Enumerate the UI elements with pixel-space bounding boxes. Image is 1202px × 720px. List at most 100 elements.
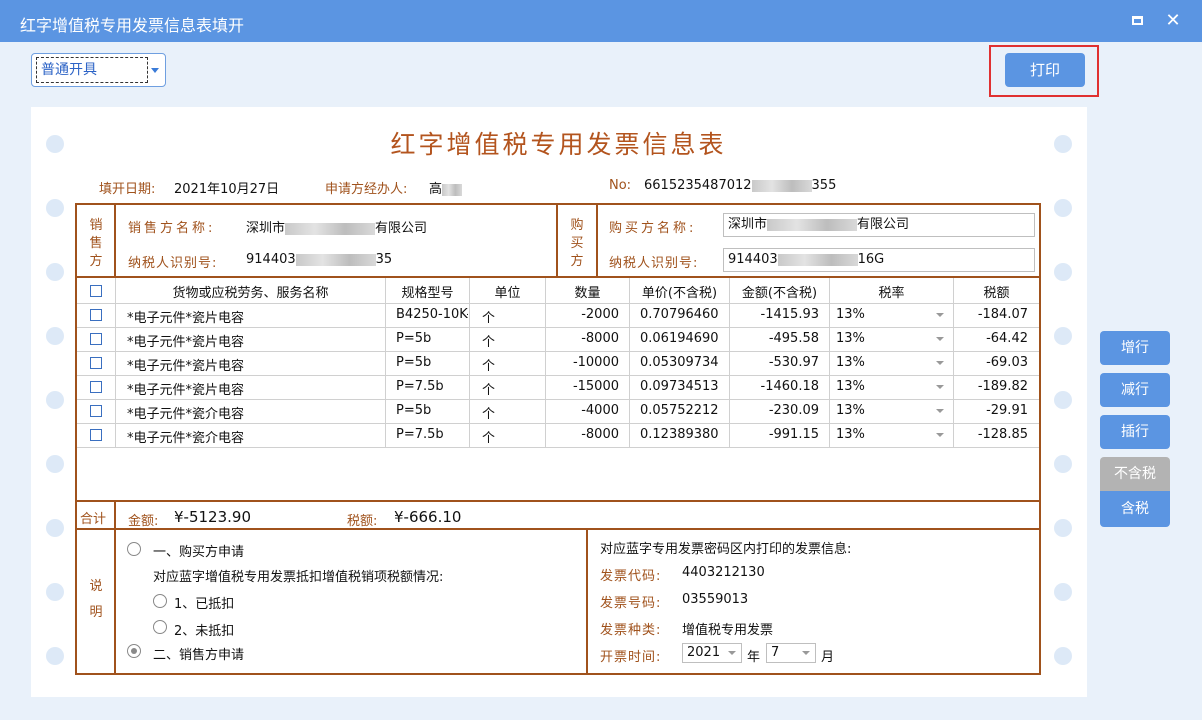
divider — [75, 528, 1041, 530]
col-header-tax: 税额 — [983, 286, 1010, 301]
cell-tax[interactable]: -64.42 — [956, 331, 1028, 346]
cell-price[interactable]: 0.05752212 — [640, 403, 728, 418]
chevron-down-icon[interactable] — [936, 433, 944, 437]
row-checkbox[interactable] — [90, 357, 102, 369]
cell-unit[interactable]: 个 — [482, 427, 542, 446]
chevron-down-icon[interactable] — [936, 313, 944, 317]
cell-unit[interactable]: 个 — [482, 307, 542, 326]
cell-qty[interactable]: -15000 — [548, 379, 619, 394]
cell-tax[interactable]: -128.85 — [956, 427, 1028, 442]
cell-tax[interactable]: -69.03 — [956, 355, 1028, 370]
row-checkbox[interactable] — [90, 381, 102, 393]
chevron-down-icon[interactable] — [936, 385, 944, 389]
cell-name[interactable]: *电子元件*瓷片电容 — [127, 307, 382, 326]
deducted-radio[interactable] — [153, 594, 167, 608]
cell-qty[interactable]: -2000 — [548, 307, 619, 322]
row-checkbox[interactable] — [90, 309, 102, 321]
row-line — [77, 423, 1039, 424]
print-button[interactable]: 打印 — [1005, 53, 1085, 87]
window-title: 红字增值税专用发票信息表填开 — [20, 16, 245, 35]
divider — [586, 528, 588, 675]
issue-mode-select[interactable]: 普通开具 — [31, 53, 166, 87]
cell-spec[interactable]: P=7.5b — [396, 379, 468, 394]
buyer-taxid-field[interactable]: 914403 16G — [723, 248, 1035, 272]
cell-name[interactable]: *电子元件*瓷介电容 — [127, 427, 382, 446]
cell-spec[interactable]: B4250-10K- — [396, 307, 468, 322]
cell-amount[interactable]: -1415.93 — [732, 307, 819, 322]
delete-row-button[interactable]: 减行 — [1100, 373, 1170, 407]
seller-apply-radio[interactable] — [127, 644, 141, 658]
cell-tax[interactable]: -184.07 — [956, 307, 1028, 322]
total-tax-label: 税额: — [347, 514, 378, 529]
cell-price[interactable]: 0.12389380 — [640, 427, 728, 442]
number-label: No: — [609, 178, 632, 193]
col-header-price: 单价(不含税) — [641, 286, 718, 301]
cell-amount[interactable]: -230.09 — [732, 403, 819, 418]
cell-rate[interactable]: 13% — [836, 307, 896, 322]
invoice-number-value[interactable]: 03559013 — [682, 592, 748, 607]
insert-row-button[interactable]: 插行 — [1100, 415, 1170, 449]
cell-name[interactable]: *电子元件*瓷片电容 — [127, 379, 382, 398]
hole-right-6 — [1054, 455, 1072, 473]
cell-price[interactable]: 0.09734513 — [640, 379, 728, 394]
seller-name-value: 深圳市 有限公司 — [246, 221, 428, 236]
cell-rate[interactable]: 13% — [836, 403, 896, 418]
divider — [75, 500, 1041, 502]
divider — [596, 203, 598, 277]
cell-tax[interactable]: -189.82 — [956, 379, 1028, 394]
cell-qty[interactable]: -8000 — [548, 331, 619, 346]
cell-name[interactable]: *电子元件*瓷片电容 — [127, 331, 382, 350]
cell-amount[interactable]: -495.58 — [732, 331, 819, 346]
cell-rate[interactable]: 13% — [836, 379, 896, 394]
cell-tax[interactable]: -29.91 — [956, 403, 1028, 418]
row-checkbox[interactable] — [90, 429, 102, 441]
col-line — [385, 278, 386, 447]
cell-price[interactable]: 0.05309734 — [640, 355, 728, 370]
cell-unit[interactable]: 个 — [482, 331, 542, 350]
row-checkbox[interactable] — [90, 333, 102, 345]
cell-rate[interactable]: 13% — [836, 355, 896, 370]
cell-price[interactable]: 0.70796460 — [640, 307, 728, 322]
chevron-down-icon[interactable] — [802, 651, 810, 655]
buyer-taxid-label: 纳税人识别号: — [609, 256, 699, 271]
cell-amount[interactable]: -1460.18 — [732, 379, 819, 394]
chevron-down-icon[interactable] — [728, 651, 736, 655]
cell-spec[interactable]: P=7.5b — [396, 427, 468, 442]
invoice-code-value[interactable]: 4403212130 — [682, 565, 765, 580]
add-row-button[interactable]: 增行 — [1100, 331, 1170, 365]
select-all-checkbox[interactable] — [90, 285, 102, 297]
cell-price[interactable]: 0.06194690 — [640, 331, 728, 346]
cell-qty[interactable]: -10000 — [548, 355, 619, 370]
chevron-down-icon[interactable] — [936, 409, 944, 413]
tax-inclusive-button[interactable]: 含税 — [1100, 491, 1170, 527]
not-deducted-label: 2、未抵扣 — [174, 624, 235, 639]
buyer-name-field[interactable]: 深圳市 有限公司 — [723, 213, 1035, 237]
maximize-icon[interactable] — [1126, 10, 1148, 32]
cell-amount[interactable]: -530.97 — [732, 355, 819, 370]
cell-spec[interactable]: P=5b — [396, 331, 468, 346]
chevron-down-icon[interactable] — [936, 361, 944, 365]
chevron-down-icon[interactable] — [936, 337, 944, 341]
issue-mode-value: 普通开具 — [36, 57, 148, 83]
cell-rate[interactable]: 13% — [836, 427, 896, 442]
cell-qty[interactable]: -4000 — [548, 403, 619, 418]
cell-name[interactable]: *电子元件*瓷介电容 — [127, 403, 382, 422]
fill-date-value: 2021年10月27日 — [174, 182, 280, 197]
cell-amount[interactable]: -991.15 — [732, 427, 819, 442]
buyer-apply-radio[interactable] — [127, 542, 141, 556]
close-icon[interactable]: ✕ — [1162, 10, 1184, 32]
cell-unit[interactable]: 个 — [482, 379, 542, 398]
hole-right-3 — [1054, 263, 1072, 281]
cell-spec[interactable]: P=5b — [396, 355, 468, 370]
cell-rate[interactable]: 13% — [836, 331, 896, 346]
cell-unit[interactable]: 个 — [482, 403, 542, 422]
not-deducted-radio[interactable] — [153, 620, 167, 634]
cell-qty[interactable]: -8000 — [548, 427, 619, 442]
row-checkbox[interactable] — [90, 405, 102, 417]
cell-unit[interactable]: 个 — [482, 355, 542, 374]
tax-exclusive-button[interactable]: 不含税 — [1100, 457, 1170, 491]
cell-spec[interactable]: P=5b — [396, 403, 468, 418]
number-value: 6615235487012 355 — [644, 178, 837, 193]
row-line — [77, 303, 1039, 304]
cell-name[interactable]: *电子元件*瓷片电容 — [127, 355, 382, 374]
